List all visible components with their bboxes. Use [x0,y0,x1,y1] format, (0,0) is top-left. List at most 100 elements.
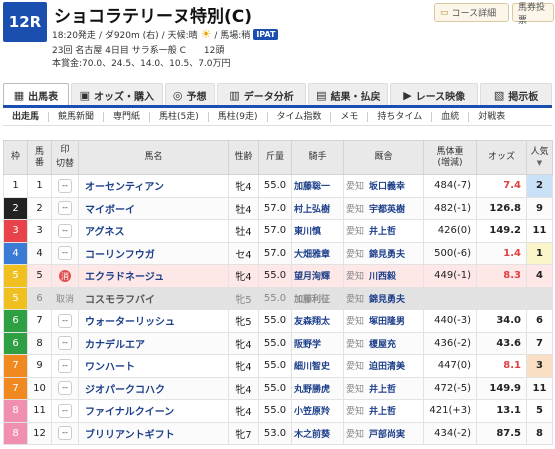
mark-selector[interactable]: -- [58,201,72,216]
runner-row[interactable]: 4 4 -- コーリンフウガ セ4 57.0 大畑雅章 愛知 錦見勇夫 500(-6) 1.4 1 [3,241,553,265]
jockey-link[interactable]: 東川慎 [291,219,344,243]
col-mark[interactable]: 印切替 [51,140,79,175]
trainer-link[interactable]: 川西毅 [369,272,396,282]
subnav-item[interactable]: 対戦表 [469,112,514,122]
odds-cell[interactable] [476,286,527,310]
runner-row[interactable]: 6 8 -- カナデルエア 牝4 55.0 阪野学 愛知 榎屋充 436(-2) 43.6 7 [3,331,553,355]
tab-0[interactable]: ▦ 出馬表 [3,83,69,106]
subnav-item[interactable]: 専門紙 [104,111,151,122]
mark-selector[interactable]: -- [58,223,72,238]
horse-bet-button[interactable]: 馬券投票 [512,3,554,26]
jockey-link[interactable]: 木之前葵 [291,421,344,445]
mark-cell[interactable]: -- [51,399,79,423]
mark-cell[interactable]: -- [51,241,79,265]
runner-row[interactable]: 7 9 -- ワンハート 牝4 55.0 細川智史 愛知 迫田清美 447(0) 8.1 3 [3,354,553,378]
trainer-link[interactable]: 榎屋充 [369,340,396,350]
mark-cell[interactable]: 消 [51,264,79,288]
mark-cell[interactable]: -- [51,196,79,220]
runner-row[interactable]: 3 3 -- アグネス 牡4 57.0 東川慎 愛知 井上哲 426(0) 149.2 11 [3,219,553,243]
mark-selector[interactable]: -- [58,381,72,396]
horse-name-link[interactable]: ファイナルクイーン [78,399,229,423]
subnav-item[interactable]: 持ちタイム [368,111,433,122]
horse-name-link[interactable]: カナデルエア [78,331,229,355]
horse-name-link[interactable]: エクラドネージュ [78,264,229,288]
mark-selector[interactable]: -- [58,403,72,418]
runner-row[interactable]: 5 6 取消 コスモラフバイ 牝5 55.0 加藤利征 愛知 錦見勇夫 [3,286,553,310]
eliminate-mark-icon[interactable]: 消 [59,269,71,282]
odds-cell[interactable]: 7.4 [476,174,527,198]
subnav-item[interactable]: 競馬新聞 [49,111,105,122]
jockey-link[interactable]: 加藤聡一 [291,174,344,198]
trainer-link[interactable]: 錦見勇夫 [369,295,405,305]
mark-cell[interactable]: -- [51,174,79,198]
odds-cell[interactable]: 149.2 [476,219,527,243]
mark-cell[interactable]: -- [51,331,79,355]
trainer-link[interactable]: 井上哲 [369,407,396,417]
jockey-link[interactable]: 村上弘樹 [291,196,344,220]
horse-name-link[interactable]: ワンハート [78,354,229,378]
tab-2[interactable]: ◎ 予想 [164,83,215,106]
mark-selector[interactable]: -- [58,313,72,328]
mark-cell[interactable]: -- [51,421,79,445]
horse-name-link[interactable]: オーセンティアン [78,174,229,198]
mark-cell[interactable]: -- [51,354,79,378]
runner-row[interactable]: 6 7 -- ウォーターリッシュ 牝5 55.0 友森翔太 愛知 塚田隆男 440(-3) 34.0… [3,309,553,333]
horse-name-link[interactable]: ブリリアントギフト [78,421,229,445]
trainer-link[interactable]: 錦見勇夫 [369,250,405,260]
kirikae-header[interactable]: 切替 [52,159,78,170]
horse-name-link[interactable]: コスモラフバイ [78,286,229,310]
horse-name-link[interactable]: マイボーイ [78,196,229,220]
runner-row[interactable]: 5 5 消エクラドネージュ 牝4 55.0 望月洵輝 愛知 川西毅 449(-1) 8.3 4 [3,264,553,288]
mark-selector[interactable]: -- [58,426,72,441]
odds-cell[interactable]: 8.3 [476,264,527,288]
runner-row[interactable]: 8 12 -- ブリリアントギフト 牝7 53.0 木之前葵 愛知 戸部尚実 434(-2) 87.… [3,421,553,445]
odds-cell[interactable]: 1.4 [476,241,527,265]
subnav-item[interactable]: 馬柱(5走) [150,111,209,122]
mark-selector[interactable]: -- [58,336,72,351]
mark-cell[interactable]: -- [51,376,79,400]
jockey-link[interactable]: 細川智史 [291,354,344,378]
runner-row[interactable]: 7 10 -- ジオパークコハク 牝4 55.0 丸野勝虎 愛知 井上哲 472(-5) 149.9… [3,376,553,400]
subnav-item[interactable]: メモ [331,111,369,122]
subnav-item[interactable]: 出走馬 [3,111,50,122]
trainer-link[interactable]: 井上哲 [369,227,396,237]
trainer-link[interactable]: 戸部尚実 [369,430,405,440]
jockey-link[interactable]: 大畑雅章 [291,241,344,265]
tab-6[interactable]: ▧ 掲示板 [480,83,552,106]
odds-cell[interactable]: 8.1 [476,354,527,378]
trainer-link[interactable]: 坂口義幸 [369,182,405,192]
odds-cell[interactable]: 34.0 [476,309,527,333]
jockey-link[interactable]: 加藤利征 [291,286,344,310]
jockey-link[interactable]: 友森翔太 [291,309,344,333]
jockey-link[interactable]: 小笠原羚 [291,399,344,423]
subnav-item[interactable]: タイム指数 [268,111,332,122]
sort-arrow-icon[interactable]: ▼ [527,158,552,169]
trainer-link[interactable]: 宇都英樹 [369,205,405,215]
trainer-link[interactable]: 迫田清美 [369,362,405,372]
mark-selector[interactable]: -- [58,246,72,261]
mark-cell[interactable]: 取消 [51,286,79,310]
runner-row[interactable]: 1 1 -- オーセンティアン 牝4 55.0 加藤聡一 愛知 坂口義幸 484(-7) 7.4 2 [3,174,553,198]
trainer-link[interactable]: 井上哲 [369,385,396,395]
odds-cell[interactable]: 149.9 [476,376,527,400]
runner-row[interactable]: 2 2 -- マイボーイ 牡4 57.0 村上弘樹 愛知 宇都英樹 482(-1) 126.8 9 [3,196,553,220]
course-detail-button[interactable]: ▭ コース詳細 [434,3,509,22]
subnav-item[interactable]: 血統 [432,111,470,122]
mark-selector[interactable]: -- [58,178,72,193]
col-popularity[interactable]: 人気 ▼ [526,140,553,175]
jockey-link[interactable]: 阪野学 [291,331,344,355]
mark-cell[interactable]: -- [51,219,79,243]
odds-cell[interactable]: 126.8 [476,196,527,220]
odds-cell[interactable]: 87.5 [476,421,527,445]
tab-1[interactable]: ▣ オッズ・購入 [70,83,163,106]
odds-cell[interactable]: 43.6 [476,331,527,355]
tab-5[interactable]: ▶ レース映像 [390,83,479,106]
tab-3[interactable]: ▥ データ分析 [216,83,307,106]
jockey-link[interactable]: 丸野勝虎 [291,376,344,400]
subnav-item[interactable]: 馬柱(9走) [209,111,268,122]
horse-name-link[interactable]: ウォーターリッシュ [78,309,229,333]
trainer-link[interactable]: 塚田隆男 [369,317,405,327]
mark-selector[interactable]: -- [58,358,72,373]
horse-name-link[interactable]: コーリンフウガ [78,241,229,265]
mark-cell[interactable]: -- [51,309,79,333]
